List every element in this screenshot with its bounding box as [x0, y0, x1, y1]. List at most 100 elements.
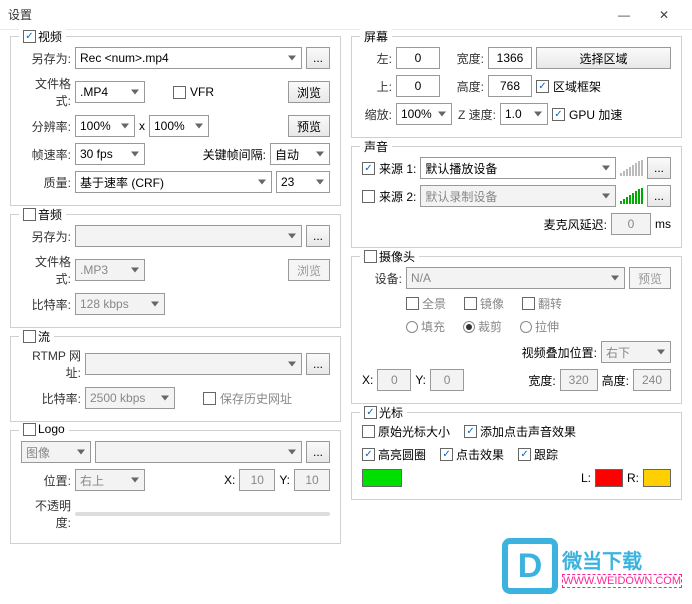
clickfx-checkbox[interactable]: [440, 448, 453, 461]
highlight-color-swatch[interactable]: [362, 469, 402, 487]
device-select[interactable]: N/A: [406, 267, 625, 289]
panorama-checkbox[interactable]: [406, 297, 419, 310]
source1-checkbox[interactable]: [362, 162, 375, 175]
cam-x-input[interactable]: 0: [377, 369, 411, 391]
quality-mode-select[interactable]: 基于速率 (CRF): [75, 171, 272, 193]
meter2-icon: [620, 188, 643, 204]
video-browse-button[interactable]: ...: [306, 47, 330, 69]
gpu-checkbox[interactable]: [552, 108, 565, 121]
orig-size-checkbox[interactable]: [362, 425, 375, 438]
right-click-color-swatch[interactable]: [643, 469, 671, 487]
logo-y-label: Y:: [279, 473, 290, 487]
keyframe-select[interactable]: 自动: [270, 143, 330, 165]
zoom-label: 缩放:: [362, 106, 392, 123]
res-height-select[interactable]: 100%: [149, 115, 209, 137]
group-camera: 摄像头 设备: N/A 预览 全景 镜像 翻转 填充 裁剪 拉伸 视频叠加位置:…: [351, 256, 682, 404]
logo-y-input[interactable]: 10: [294, 469, 330, 491]
left-click-color-swatch[interactable]: [595, 469, 623, 487]
source2-checkbox[interactable]: [362, 190, 375, 203]
stream-checkbox[interactable]: [23, 330, 36, 343]
cam-w-input[interactable]: 320: [560, 369, 598, 391]
audio-bitrate-select[interactable]: 128 kbps: [75, 293, 165, 315]
logo-path-select[interactable]: [95, 441, 302, 463]
audio-saveas-select[interactable]: [75, 225, 302, 247]
frame-checkbox[interactable]: [536, 80, 549, 93]
mic-delay-input[interactable]: 0: [611, 213, 651, 235]
video-format-select[interactable]: .MP4: [75, 81, 145, 103]
frame-label: 区域框架: [553, 78, 601, 95]
logo-header: Logo: [38, 422, 65, 436]
source2-config-button[interactable]: ...: [647, 185, 671, 207]
audio-checkbox[interactable]: [23, 208, 36, 221]
window-title: 设置: [8, 6, 604, 23]
camera-preview-button[interactable]: 预览: [629, 267, 671, 289]
quality-value-select[interactable]: 23: [276, 171, 330, 193]
source1-config-button[interactable]: ...: [647, 157, 671, 179]
group-sound: 声音 来源 1: 默认播放设备 ... 来源 2: 默认录制设备 ... 麦克风…: [351, 146, 682, 248]
video-browse2-button[interactable]: 浏览: [288, 81, 330, 103]
camera-checkbox[interactable]: [364, 250, 377, 263]
group-stream: 流 RTMP 网址: ... 比特率: 2500 kbps 保存历史网址: [10, 336, 341, 422]
res-x: x: [139, 119, 145, 133]
video-checkbox[interactable]: [23, 30, 36, 43]
overlay-label: 视频叠加位置:: [362, 344, 597, 361]
mirror-checkbox[interactable]: [464, 297, 477, 310]
vfr-checkbox[interactable]: [173, 86, 186, 99]
rtmp-browse-button[interactable]: ...: [306, 353, 330, 375]
rtmp-select[interactable]: [85, 353, 302, 375]
audio-saveas-label: 另存为:: [21, 228, 71, 245]
opacity-slider[interactable]: [75, 505, 330, 523]
right-column: 屏幕 左: 0 宽度: 1366 选择区域 上: 0 高度: 768 区域框架 …: [351, 36, 682, 552]
cam-h-input[interactable]: 240: [633, 369, 671, 391]
highlight-checkbox[interactable]: [362, 448, 375, 461]
group-screen: 屏幕 左: 0 宽度: 1366 选择区域 上: 0 高度: 768 区域框架 …: [351, 36, 682, 138]
zoom-select[interactable]: 100%: [396, 103, 452, 125]
logo-pos-select[interactable]: 右上: [75, 469, 145, 491]
zspeed-label: Z 速度:: [456, 106, 496, 123]
close-button[interactable]: ✕: [644, 3, 684, 27]
cursor-checkbox[interactable]: [364, 406, 377, 419]
width-label: 宽度:: [444, 50, 484, 67]
zspeed-select[interactable]: 1.0: [500, 103, 548, 125]
keyframe-label: 关键帧间隔:: [203, 146, 266, 163]
video-preview-button[interactable]: 预览: [288, 115, 330, 137]
quality-label: 质量:: [21, 174, 71, 191]
crop-radio[interactable]: [463, 321, 475, 333]
select-region-button[interactable]: 选择区域: [536, 47, 671, 69]
left-input[interactable]: 0: [396, 47, 440, 69]
audio-browse-button[interactable]: ...: [306, 225, 330, 247]
source2-select[interactable]: 默认录制设备: [420, 185, 616, 207]
stretch-radio[interactable]: [520, 321, 532, 333]
top-input[interactable]: 0: [396, 75, 440, 97]
logo-image-select[interactable]: 图像: [21, 441, 91, 463]
video-header: 视频: [38, 28, 62, 45]
content: 视频 另存为: Rec <num>.mp4 ... 文件格式: .MP4 VFR…: [0, 30, 692, 562]
titlebar: 设置 — ✕: [0, 0, 692, 30]
audio-format-select[interactable]: .MP3: [75, 259, 145, 281]
flip-checkbox[interactable]: [522, 297, 535, 310]
keep-history-checkbox[interactable]: [203, 392, 216, 405]
minimize-button[interactable]: —: [604, 3, 644, 27]
stream-bitrate-select[interactable]: 2500 kbps: [85, 387, 175, 409]
source1-select[interactable]: 默认播放设备: [420, 157, 616, 179]
track-checkbox[interactable]: [518, 448, 531, 461]
cam-y-input[interactable]: 0: [430, 369, 464, 391]
logo-pos-label: 位置:: [21, 472, 71, 489]
left-column: 视频 另存为: Rec <num>.mp4 ... 文件格式: .MP4 VFR…: [10, 36, 341, 552]
gpu-label: GPU 加速: [569, 106, 622, 123]
fps-select[interactable]: 30 fps: [75, 143, 145, 165]
height-input[interactable]: 768: [488, 75, 532, 97]
logo-x-input[interactable]: 10: [239, 469, 275, 491]
res-width-select[interactable]: 100%: [75, 115, 135, 137]
audio-browse2-button[interactable]: 浏览: [288, 259, 330, 281]
overlay-select[interactable]: 右下: [601, 341, 671, 363]
video-saveas-select[interactable]: Rec <num>.mp4: [75, 47, 302, 69]
audio-header: 音频: [38, 206, 62, 223]
logo-checkbox[interactable]: [23, 423, 36, 436]
l-label: L:: [581, 471, 591, 485]
logo-browse-button[interactable]: ...: [306, 441, 330, 463]
width-input[interactable]: 1366: [488, 47, 532, 69]
add-click-checkbox[interactable]: [464, 425, 477, 438]
video-saveas-label: 另存为:: [21, 50, 71, 67]
fill-radio[interactable]: [406, 321, 418, 333]
